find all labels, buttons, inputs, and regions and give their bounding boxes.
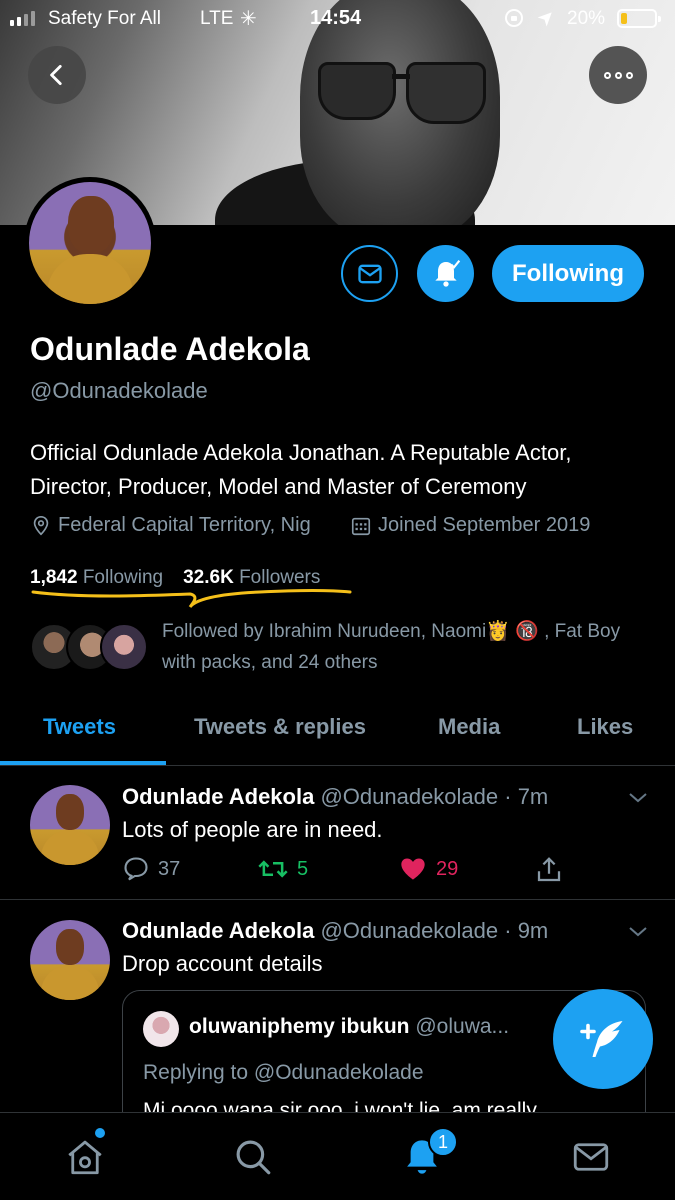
more-icon xyxy=(603,71,633,79)
nav-messages[interactable] xyxy=(569,1135,613,1179)
like-count: 29 xyxy=(436,857,459,880)
tweet[interactable]: Odunlade Adekola @Odunadekolade · 7m Lot… xyxy=(0,767,675,900)
home-icon xyxy=(68,1140,102,1175)
joined-text: Joined September 2019 xyxy=(378,514,591,536)
tab-tweets-replies[interactable]: Tweets & replies xyxy=(194,714,366,740)
signal-icon xyxy=(10,11,35,26)
search-icon xyxy=(236,1140,271,1175)
calendar-icon xyxy=(351,517,371,535)
notifications-toggle-button[interactable] xyxy=(417,245,474,302)
tweet-actions: 37 5 29 xyxy=(122,855,582,885)
envelope-icon xyxy=(573,1143,609,1171)
avatar[interactable] xyxy=(30,785,110,865)
location-icon: ➤ xyxy=(533,4,561,32)
notification-badge: 1 xyxy=(428,1127,458,1157)
retweet-button[interactable]: 5 xyxy=(257,855,308,883)
nav-home[interactable] xyxy=(63,1135,107,1179)
chevron-down-icon[interactable] xyxy=(626,920,650,944)
heart-icon xyxy=(401,858,425,880)
message-button[interactable] xyxy=(341,245,398,302)
retweet-icon xyxy=(258,860,288,878)
followers-count: 32.6K xyxy=(183,567,234,588)
tab-media[interactable]: Media xyxy=(438,714,500,740)
tweet-header: Odunlade Adekola @Odunadekolade · 7m xyxy=(122,784,548,810)
banner-sunglass-left xyxy=(318,62,396,120)
tweet-header: Odunlade Adekola @Odunadekolade · 9m xyxy=(122,918,548,944)
compose-feather-icon xyxy=(580,1021,623,1057)
quoted-replying-to: Replying to @Odunadekolade xyxy=(143,1061,424,1084)
chevron-down-icon[interactable] xyxy=(626,786,650,810)
following-label: Following xyxy=(82,567,164,588)
profile-location: Federal Capital Territory, Nig xyxy=(30,514,311,537)
highlight-underline xyxy=(31,589,352,609)
tweet-author: Odunlade Adekola xyxy=(122,784,315,809)
bell-check-icon xyxy=(434,259,460,287)
reply-icon xyxy=(124,857,148,881)
tweet-author: Odunlade Adekola xyxy=(122,918,315,943)
tweet-text: Lots of people are in need. xyxy=(122,817,383,842)
banner-sunglass-right xyxy=(406,62,486,124)
followers-you-know-avatars[interactable] xyxy=(30,623,150,673)
avatar xyxy=(100,623,148,671)
activity-icon: ✳ xyxy=(240,8,257,30)
profile-tabs: Tweets Tweets & replies Media Likes xyxy=(0,700,675,766)
tweet-meta: @Odunadekolade · 9m xyxy=(320,918,549,943)
tab-likes[interactable]: Likes xyxy=(577,714,633,740)
active-tab-indicator xyxy=(0,761,166,765)
network-type: LTE xyxy=(200,8,234,29)
following-button[interactable]: Following xyxy=(492,245,644,302)
profile-avatar[interactable] xyxy=(24,177,156,309)
back-button[interactable] xyxy=(28,46,86,104)
quoted-author: oluwaniphemy ibukun xyxy=(189,1015,410,1038)
bottom-navigation xyxy=(0,1112,675,1200)
avatar xyxy=(143,1011,179,1047)
profile-joined: Joined September 2019 xyxy=(350,514,590,537)
share-icon xyxy=(537,857,561,882)
retweet-count: 5 xyxy=(297,857,309,880)
location-pin-icon xyxy=(33,515,49,535)
share-button[interactable] xyxy=(534,855,564,885)
reply-count: 37 xyxy=(158,857,181,880)
compose-tweet-button[interactable] xyxy=(553,989,653,1089)
profile-name: Odunlade Adekola xyxy=(30,331,310,367)
followed-by-text[interactable]: Followed by Ibrahim Nurudeen, Naomi👸 🔞 ,… xyxy=(162,616,632,678)
banner-sunglass-bridge xyxy=(392,74,410,79)
nav-search[interactable] xyxy=(231,1135,275,1179)
carrier-name: Safety For All xyxy=(48,8,161,29)
status-bar: Safety For All LTE ✳ 14:54 ➤ 20% xyxy=(0,0,675,40)
envelope-icon xyxy=(357,264,382,283)
battery-fill xyxy=(621,13,628,24)
location-text: Federal Capital Territory, Nig xyxy=(58,514,311,536)
like-button[interactable]: 29 xyxy=(398,855,458,883)
avatar[interactable] xyxy=(30,920,110,1000)
tweet-meta: @Odunadekolade · 7m xyxy=(320,784,549,809)
reply-button[interactable]: 37 xyxy=(122,855,180,883)
chevron-left-icon xyxy=(50,64,62,86)
rotation-lock-icon xyxy=(505,9,523,27)
quoted-handle: @oluwa... xyxy=(415,1015,510,1038)
profile-handle: @Odunadekolade xyxy=(30,378,208,403)
home-unread-dot xyxy=(95,1128,105,1138)
battery-percent: 20% xyxy=(567,8,606,29)
battery-icon xyxy=(617,9,661,28)
clock: 14:54 xyxy=(310,7,362,29)
profile-bio: Official Odunlade Adekola Jonathan. A Re… xyxy=(30,440,572,499)
tab-tweets[interactable]: Tweets xyxy=(43,714,116,740)
following-count: 1,842 xyxy=(30,567,78,588)
followers-label: Followers xyxy=(239,567,321,588)
more-options-button[interactable] xyxy=(589,46,647,104)
tweet-text: Drop account details xyxy=(122,951,323,976)
quoted-tweet-header: oluwaniphemy ibukun @oluwa... xyxy=(189,1015,509,1039)
